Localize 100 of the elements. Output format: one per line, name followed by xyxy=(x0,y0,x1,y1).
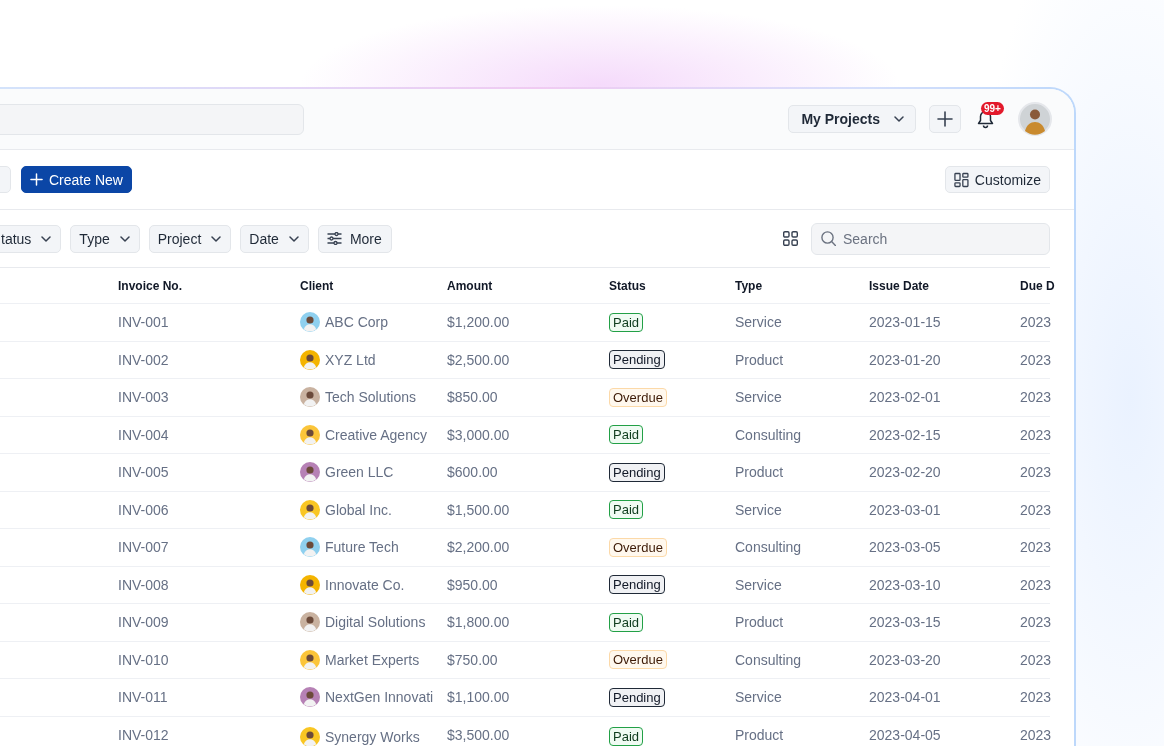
amount: $3,000.00 xyxy=(447,426,510,443)
chevron-down-icon xyxy=(894,116,904,122)
invoice-type: Service xyxy=(735,576,782,593)
issue-date: 2023-04-05 xyxy=(869,726,941,743)
invoice-number: INV-008 xyxy=(118,576,169,593)
due-date: 2023 xyxy=(1020,689,1052,706)
amount: $2,500.00 xyxy=(447,351,510,368)
amount: $1,500.00 xyxy=(447,501,510,518)
issue-date: 2023-03-05 xyxy=(869,539,941,556)
due-date: 2023 xyxy=(1020,426,1052,443)
column-header: Type xyxy=(735,278,764,293)
amount: $1,200.00 xyxy=(447,314,510,331)
sliders-icon xyxy=(326,232,342,245)
status-tag: Pending xyxy=(609,575,665,595)
invoice-type: Consulting xyxy=(735,426,802,443)
invoice-number: INV-012 xyxy=(118,726,169,743)
status-tag: Paid xyxy=(609,612,644,632)
invoice-type: Service xyxy=(735,689,782,706)
status-tag: Overdue xyxy=(609,650,667,670)
client-name: Tech Solutions xyxy=(325,389,417,406)
amount: $3,500.00 xyxy=(447,726,510,743)
invoice-type: Consulting xyxy=(735,539,802,556)
chevron-down-icon xyxy=(211,235,222,242)
status-tag: Pending xyxy=(609,350,665,370)
client-name: Creative Agency xyxy=(325,426,427,443)
invoice-number: INV-010 xyxy=(118,651,169,668)
invoice-type: Service xyxy=(735,501,782,518)
due-date: 2023 xyxy=(1020,651,1052,668)
due-date: 2023 xyxy=(1020,314,1052,331)
amount: $750.00 xyxy=(447,651,498,668)
plus-icon xyxy=(937,111,953,127)
client-name: Synergy Works xyxy=(325,728,420,745)
invoice-type: Product xyxy=(735,351,784,368)
invoice-number: INV-002 xyxy=(118,351,169,368)
amount: $600.00 xyxy=(447,464,498,481)
column-header: Invoice No. xyxy=(118,278,183,293)
amount: $2,200.00 xyxy=(447,539,510,556)
notification-count: 99+ xyxy=(981,101,1004,115)
avatar-icon[interactable] xyxy=(1018,102,1052,136)
client-name: ABC Corp xyxy=(325,314,389,331)
search-icon xyxy=(821,231,836,246)
invoice-type: Product xyxy=(735,464,784,481)
invoice-type: Consulting xyxy=(735,651,802,668)
invoice-number: INV-006 xyxy=(118,501,169,518)
chevron-down-icon xyxy=(119,235,130,242)
layout-icon xyxy=(954,171,969,188)
create-new-button[interactable]: Create New xyxy=(21,166,132,193)
issue-date: 2023-01-15 xyxy=(869,314,941,331)
add-button[interactable] xyxy=(929,105,961,133)
invoice-number: INV-011 xyxy=(118,689,168,706)
invoice-number: INV-009 xyxy=(118,614,169,631)
column-header: Issue Date xyxy=(869,278,931,293)
amount: $1,100.00 xyxy=(447,689,510,706)
due-date: 2023 xyxy=(1020,464,1052,481)
issue-date: 2023-03-20 xyxy=(869,651,941,668)
status-tag: Overdue xyxy=(609,387,667,407)
client-name: NextGen Innovati xyxy=(325,689,434,706)
client-name: Market Experts xyxy=(325,651,420,668)
status-tag: Paid xyxy=(609,312,644,332)
client-name: Future Tech xyxy=(325,539,399,556)
grid-view-icon[interactable] xyxy=(783,231,798,246)
status-tag: Paid xyxy=(609,425,644,445)
invoice-number: INV-004 xyxy=(118,426,169,443)
issue-date: 2023-04-01 xyxy=(869,689,941,706)
invoice-type: Product xyxy=(735,726,784,743)
chevron-down-icon xyxy=(41,235,52,242)
status-tag: Paid xyxy=(609,726,644,746)
search-field[interactable]: Search xyxy=(811,222,1050,255)
column-header: Amount xyxy=(447,278,494,293)
client-name: Innovate Co. xyxy=(325,576,405,593)
status-tag: Pending xyxy=(609,462,665,482)
column-header: Client xyxy=(300,278,335,293)
due-date: 2023 xyxy=(1020,389,1052,406)
invoice-number: INV-005 xyxy=(118,464,169,481)
issue-date: 2023-02-20 xyxy=(869,464,941,481)
filter-dropdown[interactable]: Date xyxy=(240,224,309,253)
client-name: Green LLC xyxy=(325,464,394,481)
due-date: 2023 xyxy=(1020,614,1052,631)
invoice-type: Service xyxy=(735,314,782,331)
status-tag: Overdue xyxy=(609,537,667,557)
issue-date: 2023-01-20 xyxy=(869,351,941,368)
due-date: 2023 xyxy=(1020,501,1052,518)
invoice-type: Service xyxy=(735,389,782,406)
amount: $950.00 xyxy=(447,576,498,593)
more-filters-button[interactable]: More xyxy=(317,224,392,253)
column-header: Due D xyxy=(1020,278,1052,293)
invoice-number: INV-001 xyxy=(118,314,169,331)
due-date: 2023 xyxy=(1020,539,1052,556)
invoice-type: Product xyxy=(735,614,784,631)
client-name: Global Inc. xyxy=(325,501,392,518)
filter-dropdown[interactable]: tatus xyxy=(0,224,62,253)
amount: $850.00 xyxy=(447,389,498,406)
status-tag: Paid xyxy=(609,500,644,520)
customize-button[interactable]: Customize xyxy=(945,166,1050,193)
project-menu[interactable]: My Projects xyxy=(788,105,916,133)
filter-dropdown[interactable]: Type xyxy=(70,224,140,253)
client-name: Digital Solutions xyxy=(325,614,426,631)
chevron-down-icon xyxy=(288,235,299,242)
issue-date: 2023-02-01 xyxy=(869,389,941,406)
filter-dropdown[interactable]: Project xyxy=(148,224,232,253)
